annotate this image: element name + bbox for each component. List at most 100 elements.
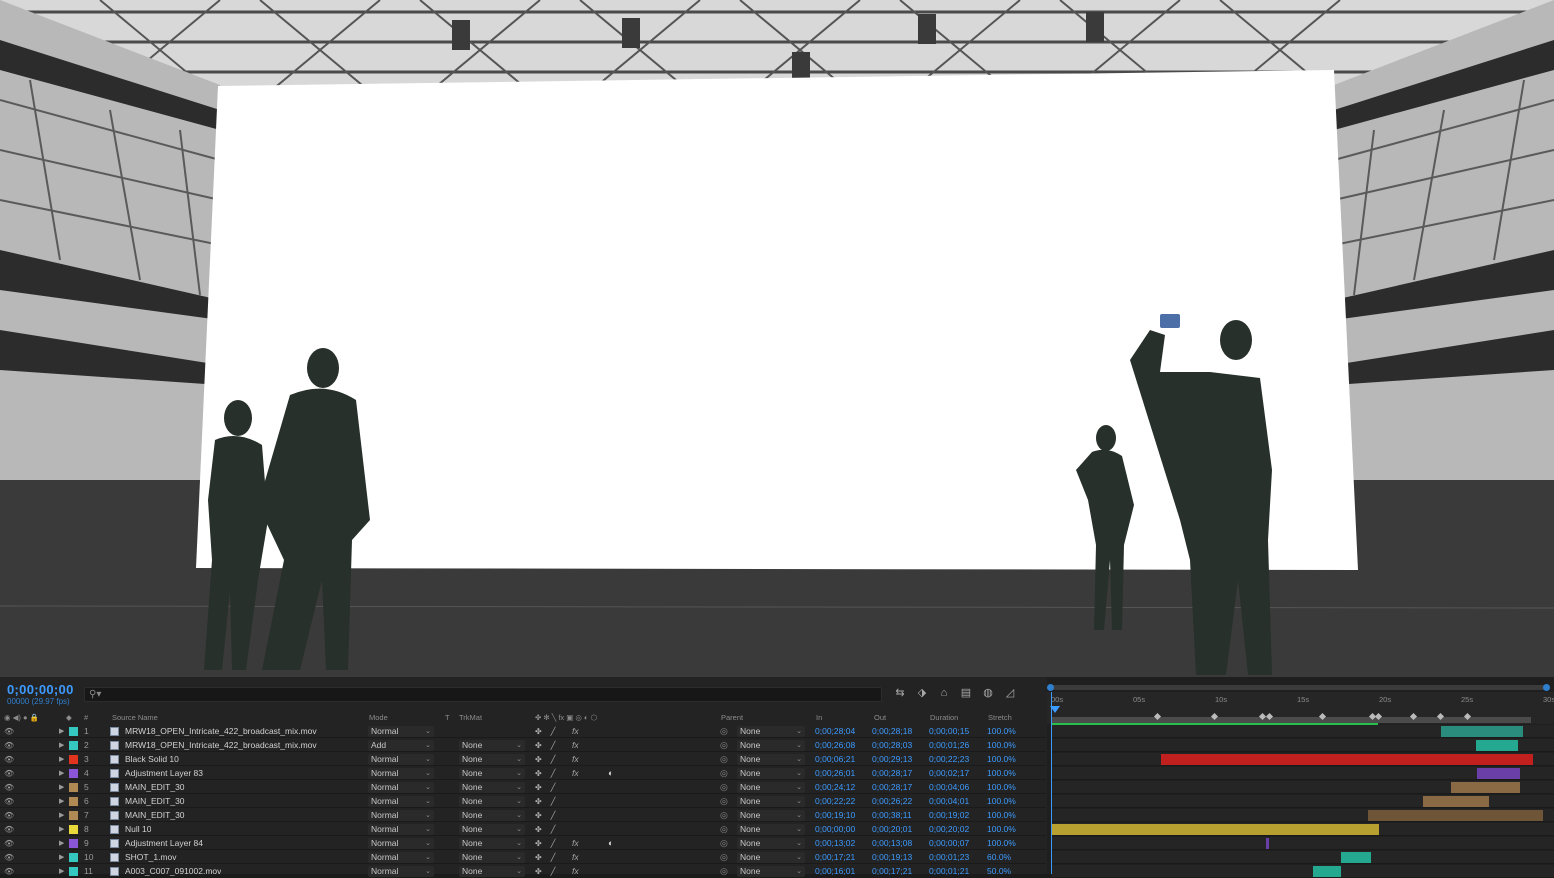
trkmat-dropdown[interactable]: None ⌄ xyxy=(459,852,525,863)
blend-mode-dropdown[interactable]: Normal ⌄ xyxy=(368,866,434,877)
draft-3d-icon[interactable]: ⬗ xyxy=(915,686,929,700)
parent-dropdown[interactable]: None ⌄ xyxy=(737,768,805,779)
layer-switches[interactable]: ✤ ╱ xyxy=(535,740,555,751)
in-point[interactable]: 0;00;24;12 xyxy=(815,782,855,793)
expand-triangle-icon[interactable]: ▶ xyxy=(59,838,64,849)
current-time-indicator[interactable] xyxy=(1050,692,1060,874)
layer-name[interactable]: MAIN_EDIT_30 xyxy=(125,796,185,807)
layer-row[interactable]: 👁 ▶ 9 Adjustment Layer 84 Normal ⌄ None ⌄ ✤ ╱ fx ◐… xyxy=(0,837,1046,850)
in-point[interactable]: 0;00;16;01 xyxy=(815,866,855,877)
out-point[interactable]: 0;00;28;17 xyxy=(872,782,912,793)
parent-pickwhip-icon[interactable]: ◎ xyxy=(720,852,728,863)
duration-column-header[interactable]: Duration xyxy=(930,713,958,722)
navigator-start-handle[interactable] xyxy=(1047,684,1054,691)
visibility-eye-icon[interactable]: 👁 xyxy=(4,796,14,807)
graph-editor-icon[interactable]: ◿ xyxy=(1003,686,1017,700)
blend-mode-dropdown[interactable]: Normal ⌄ xyxy=(368,768,434,779)
layer-row[interactable]: 👁 ▶ 8 Null 10 Normal ⌄ None ⌄ ✤ ╱ ◎ None ⌄ 0;00;00;0… xyxy=(0,823,1046,836)
layer-switches[interactable]: ✤ ╱ xyxy=(535,824,555,835)
layer-duration-bar[interactable] xyxy=(1451,782,1521,793)
out-point[interactable]: 0;00;17;21 xyxy=(872,866,912,877)
expand-triangle-icon[interactable]: ▶ xyxy=(59,796,64,807)
visibility-eye-icon[interactable]: 👁 xyxy=(4,740,14,751)
label-color-swatch[interactable] xyxy=(69,839,78,848)
parent-pickwhip-icon[interactable]: ◎ xyxy=(720,754,728,765)
layer-duration-bar[interactable] xyxy=(1477,768,1521,779)
label-color-swatch[interactable] xyxy=(69,727,78,736)
out-point[interactable]: 0;00;26;22 xyxy=(872,796,912,807)
blend-mode-dropdown[interactable]: Add ⌄ xyxy=(368,740,434,751)
duration-value[interactable]: 0;00;00;07 xyxy=(929,838,969,849)
layer-row[interactable]: 👁 ▶ 10 SHOT_1.mov Normal ⌄ None ⌄ ✤ ╱ fx ◎ None ⌄ 0;0… xyxy=(0,851,1046,864)
parent-dropdown[interactable]: None ⌄ xyxy=(737,726,805,737)
duration-value[interactable]: 0;00;04;06 xyxy=(929,782,969,793)
layer-duration-bar[interactable] xyxy=(1423,796,1489,807)
layer-name[interactable]: SHOT_1.mov xyxy=(125,852,177,863)
duration-value[interactable]: 0;00;19;02 xyxy=(929,810,969,821)
stretch-column-header[interactable]: Stretch xyxy=(988,713,1012,722)
layer-duration-bar[interactable] xyxy=(1051,824,1379,835)
av-features-header-icon[interactable]: ◉ ◀) ● 🔒 xyxy=(4,713,39,722)
in-point[interactable]: 0;00;26;01 xyxy=(815,768,855,779)
label-color-swatch[interactable] xyxy=(69,741,78,750)
layer-row[interactable]: 👁 ▶ 7 MAIN_EDIT_30 Normal ⌄ None ⌄ ✤ ╱ ◎ None ⌄ 0;00… xyxy=(0,809,1046,822)
adjustment-layer-icon[interactable]: ◐ xyxy=(608,768,613,779)
parent-dropdown[interactable]: None ⌄ xyxy=(737,782,805,793)
layer-name[interactable]: MAIN_EDIT_30 xyxy=(125,810,185,821)
layer-row[interactable]: 👁 ▶ 2 MRW18_OPEN_Intricate_422_broadcast_mi… xyxy=(0,739,1046,752)
parent-pickwhip-icon[interactable]: ◎ xyxy=(720,768,728,779)
layer-row[interactable]: 👁 ▶ 11 A003_C007_091002.mov Normal ⌄ None ⌄ ✤ ╱ f… xyxy=(0,865,1046,878)
parent-column-header[interactable]: Parent xyxy=(721,713,743,722)
label-color-swatch[interactable] xyxy=(69,755,78,764)
layer-duration-bar[interactable] xyxy=(1160,754,1534,765)
label-color-swatch[interactable] xyxy=(69,867,78,876)
stretch-value[interactable]: 100.0% xyxy=(987,740,1016,751)
layer-duration-bar[interactable] xyxy=(1265,838,1270,849)
label-color-swatch[interactable] xyxy=(69,811,78,820)
layer-switches[interactable]: ✤ ╱ xyxy=(535,852,555,863)
duration-value[interactable]: 0;00;02;17 xyxy=(929,768,969,779)
num-column-header[interactable]: # xyxy=(84,713,88,722)
visibility-eye-icon[interactable]: 👁 xyxy=(4,726,14,737)
out-point[interactable]: 0;00;28;17 xyxy=(872,768,912,779)
parent-dropdown[interactable]: None ⌄ xyxy=(737,852,805,863)
label-header-icon[interactable]: ◆ xyxy=(66,713,72,722)
layer-duration-bar[interactable] xyxy=(1367,810,1543,821)
stretch-value[interactable]: 100.0% xyxy=(987,838,1016,849)
stretch-value[interactable]: 50.0% xyxy=(987,866,1011,877)
composition-viewer[interactable] xyxy=(0,0,1554,677)
layer-name[interactable]: MAIN_EDIT_30 xyxy=(125,782,185,793)
layer-name[interactable]: Null 10 xyxy=(125,824,151,835)
parent-dropdown[interactable]: None ⌄ xyxy=(737,838,805,849)
label-color-swatch[interactable] xyxy=(69,783,78,792)
layer-row[interactable]: 👁 ▶ 3 Black Solid 10 Normal ⌄ None ⌄ ✤ ╱ fx ◎ None ⌄… xyxy=(0,753,1046,766)
parent-pickwhip-icon[interactable]: ◎ xyxy=(720,740,728,751)
comp-mini-flowchart-icon[interactable]: ⇆ xyxy=(893,686,907,700)
visibility-eye-icon[interactable]: 👁 xyxy=(4,866,14,877)
expand-triangle-icon[interactable]: ▶ xyxy=(59,726,64,737)
parent-dropdown[interactable]: None ⌄ xyxy=(737,740,805,751)
blend-mode-dropdown[interactable]: Normal ⌄ xyxy=(368,726,434,737)
expand-triangle-icon[interactable]: ▶ xyxy=(59,768,64,779)
expand-triangle-icon[interactable]: ▶ xyxy=(59,810,64,821)
visibility-eye-icon[interactable]: 👁 xyxy=(4,810,14,821)
layer-switches[interactable]: ✤ ╱ xyxy=(535,754,555,765)
layer-duration-bar[interactable] xyxy=(1341,852,1371,863)
duration-value[interactable]: 0;00;01;21 xyxy=(929,866,969,877)
trkmat-dropdown[interactable]: None ⌄ xyxy=(459,796,525,807)
parent-dropdown[interactable]: None ⌄ xyxy=(737,754,805,765)
trkmat-dropdown[interactable]: None ⌄ xyxy=(459,768,525,779)
frame-blending-icon[interactable]: ▤ xyxy=(959,686,973,700)
time-ruler[interactable]: 00s 05s 10s 15s 20s 25s 30s xyxy=(1047,692,1554,725)
trkmat-column-header[interactable]: TrkMat xyxy=(459,713,482,722)
blend-mode-dropdown[interactable]: Normal ⌄ xyxy=(368,838,434,849)
duration-value[interactable]: 0;00;20;02 xyxy=(929,824,969,835)
visibility-eye-icon[interactable]: 👁 xyxy=(4,782,14,793)
visibility-eye-icon[interactable]: 👁 xyxy=(4,754,14,765)
visibility-eye-icon[interactable]: 👁 xyxy=(4,838,14,849)
stretch-value[interactable]: 100.0% xyxy=(987,796,1016,807)
in-point[interactable]: 0;00;28;04 xyxy=(815,726,855,737)
visibility-eye-icon[interactable]: 👁 xyxy=(4,768,14,779)
blend-mode-dropdown[interactable]: Normal ⌄ xyxy=(368,796,434,807)
layer-duration-bar[interactable] xyxy=(1313,866,1342,877)
